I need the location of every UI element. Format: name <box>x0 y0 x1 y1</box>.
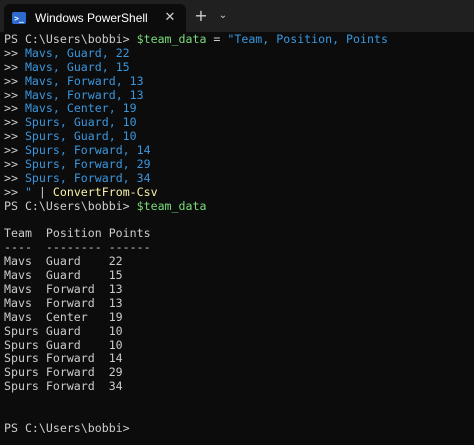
console-line: PS C:\Users\bobbi> <box>4 420 470 436</box>
console-text-segment: Mavs Forward 13 <box>4 295 123 310</box>
console-text-segment: >> <box>4 115 25 130</box>
console-text-segment: Mavs Forward 13 <box>4 282 123 297</box>
console-text-segment: PS C:\Users\bobbi> <box>4 198 137 213</box>
console-line: ---- -------- ------ <box>4 240 470 255</box>
console-text-segment: >> <box>4 184 25 199</box>
console-text-segment: Mavs, Center, 19 <box>24 101 137 116</box>
console-text-segment: Spurs, Guard, 10 <box>24 115 137 130</box>
console-text-segment: PS C:\Users\bobbi> <box>4 420 130 435</box>
console-line: Mavs Forward 13 <box>4 282 470 297</box>
console-text-segment: Mavs Guard 22 <box>4 254 123 269</box>
console-line: Mavs Guard 22 <box>4 254 470 269</box>
console-line: >> Spurs, Forward, 14 <box>4 143 470 158</box>
console-text-segment: ConvertFrom-Csv <box>52 184 158 199</box>
console-line: >> Spurs, Forward, 29 <box>4 157 470 172</box>
console-text-segment: Mavs Guard 15 <box>4 268 123 283</box>
console-text-segment: >> <box>4 170 25 185</box>
console-text-segment: Spurs Forward 34 <box>4 379 123 394</box>
console-line: Spurs Forward 14 <box>4 352 470 366</box>
console-text-segment: $team_data <box>136 32 207 46</box>
console-line: >> Spurs, Forward, 34 <box>4 170 470 186</box>
title-bar: >_ Windows PowerShell ✕ + ⌄ <box>0 0 474 32</box>
tab-windows-powershell[interactable]: >_ Windows PowerShell ✕ <box>4 4 186 32</box>
console-text-segment: Spurs Guard 10 <box>4 323 123 338</box>
console-output[interactable]: PS C:\Users\bobbi> $team_data = "Team, P… <box>4 32 470 443</box>
console-line: >> Spurs, Guard, 10 <box>4 129 470 144</box>
console-line: >> Mavs, Forward, 13 <box>4 87 470 103</box>
console-text-segment: | <box>31 184 53 199</box>
console-text-segment: >> <box>4 143 25 158</box>
console-text-segment: = <box>206 32 228 46</box>
console-line: Mavs Forward 13 <box>4 295 470 311</box>
console-text-segment: Spurs Guard 10 <box>4 337 123 352</box>
console-text-segment: >> <box>4 73 25 88</box>
console-text-segment: Mavs, Forward, 13 <box>24 73 144 88</box>
console-text-segment: " <box>24 184 32 199</box>
console-text-segment: >> <box>4 45 25 60</box>
console-text-segment: Spurs, Forward, 29 <box>24 157 151 172</box>
console-line: Spurs Guard 10 <box>4 337 470 353</box>
new-tab-button[interactable]: + <box>191 6 211 26</box>
close-icon[interactable]: ✕ <box>162 10 178 26</box>
console-text-segment: Mavs, Guard, 15 <box>24 59 130 74</box>
console-line: >> Mavs, Guard, 22 <box>4 45 470 61</box>
console-line: Spurs Forward 34 <box>4 379 470 394</box>
console-line: >> " | ConvertFrom-Csv <box>4 184 470 200</box>
console-line: Spurs Guard 10 <box>4 323 470 339</box>
console-text-segment: >> <box>4 87 25 102</box>
console-line: Mavs Guard 15 <box>4 268 470 283</box>
console-line: PS C:\Users\bobbi> $team_data = "Team, P… <box>4 32 470 47</box>
console-text-segment: Mavs, Forward, 13 <box>24 87 144 102</box>
chevron-down-icon[interactable]: ⌄ <box>214 6 232 26</box>
console-text-segment: >> <box>4 101 25 116</box>
console-line: Team Position Points <box>4 227 470 241</box>
console-text-segment: Spurs, Forward, 34 <box>24 170 151 185</box>
console-text-segment: PS C:\Users\bobbi> <box>4 32 137 46</box>
console-line: >> Mavs, Guard, 15 <box>4 59 470 75</box>
console-text-segment: "Team, Position, Points <box>227 32 388 46</box>
console-text-segment: Spurs Forward 29 <box>4 365 123 380</box>
console-text-segment: >> <box>4 129 25 144</box>
console-line: PS C:\Users\bobbi> $team_data <box>4 198 470 214</box>
console-text-segment: Spurs, Guard, 10 <box>24 129 137 144</box>
console-line: >> Mavs, Center, 19 <box>4 102 470 116</box>
console-text-segment: Spurs, Forward, 14 <box>24 143 151 158</box>
console-text-segment: ---- -------- ------ <box>4 240 151 255</box>
tab-title: Windows PowerShell <box>35 11 148 25</box>
console-text-segment: >> <box>4 157 25 172</box>
console-text-segment: Mavs Center 19 <box>4 309 123 324</box>
console-line: >> Mavs, Forward, 13 <box>4 73 470 89</box>
console-text-segment: >> <box>4 59 25 74</box>
console-line: Mavs Center 19 <box>4 309 470 325</box>
console-line: >> Spurs, Guard, 10 <box>4 115 470 130</box>
console-line: Spurs Forward 29 <box>4 365 470 380</box>
console-text-segment: $team_data <box>136 198 207 213</box>
powershell-icon: >_ <box>12 12 26 24</box>
console-text-segment: Spurs Forward 14 <box>4 351 123 366</box>
console-text-segment: Mavs, Guard, 22 <box>24 45 130 60</box>
console-text-segment: Team Position Points <box>4 226 151 241</box>
